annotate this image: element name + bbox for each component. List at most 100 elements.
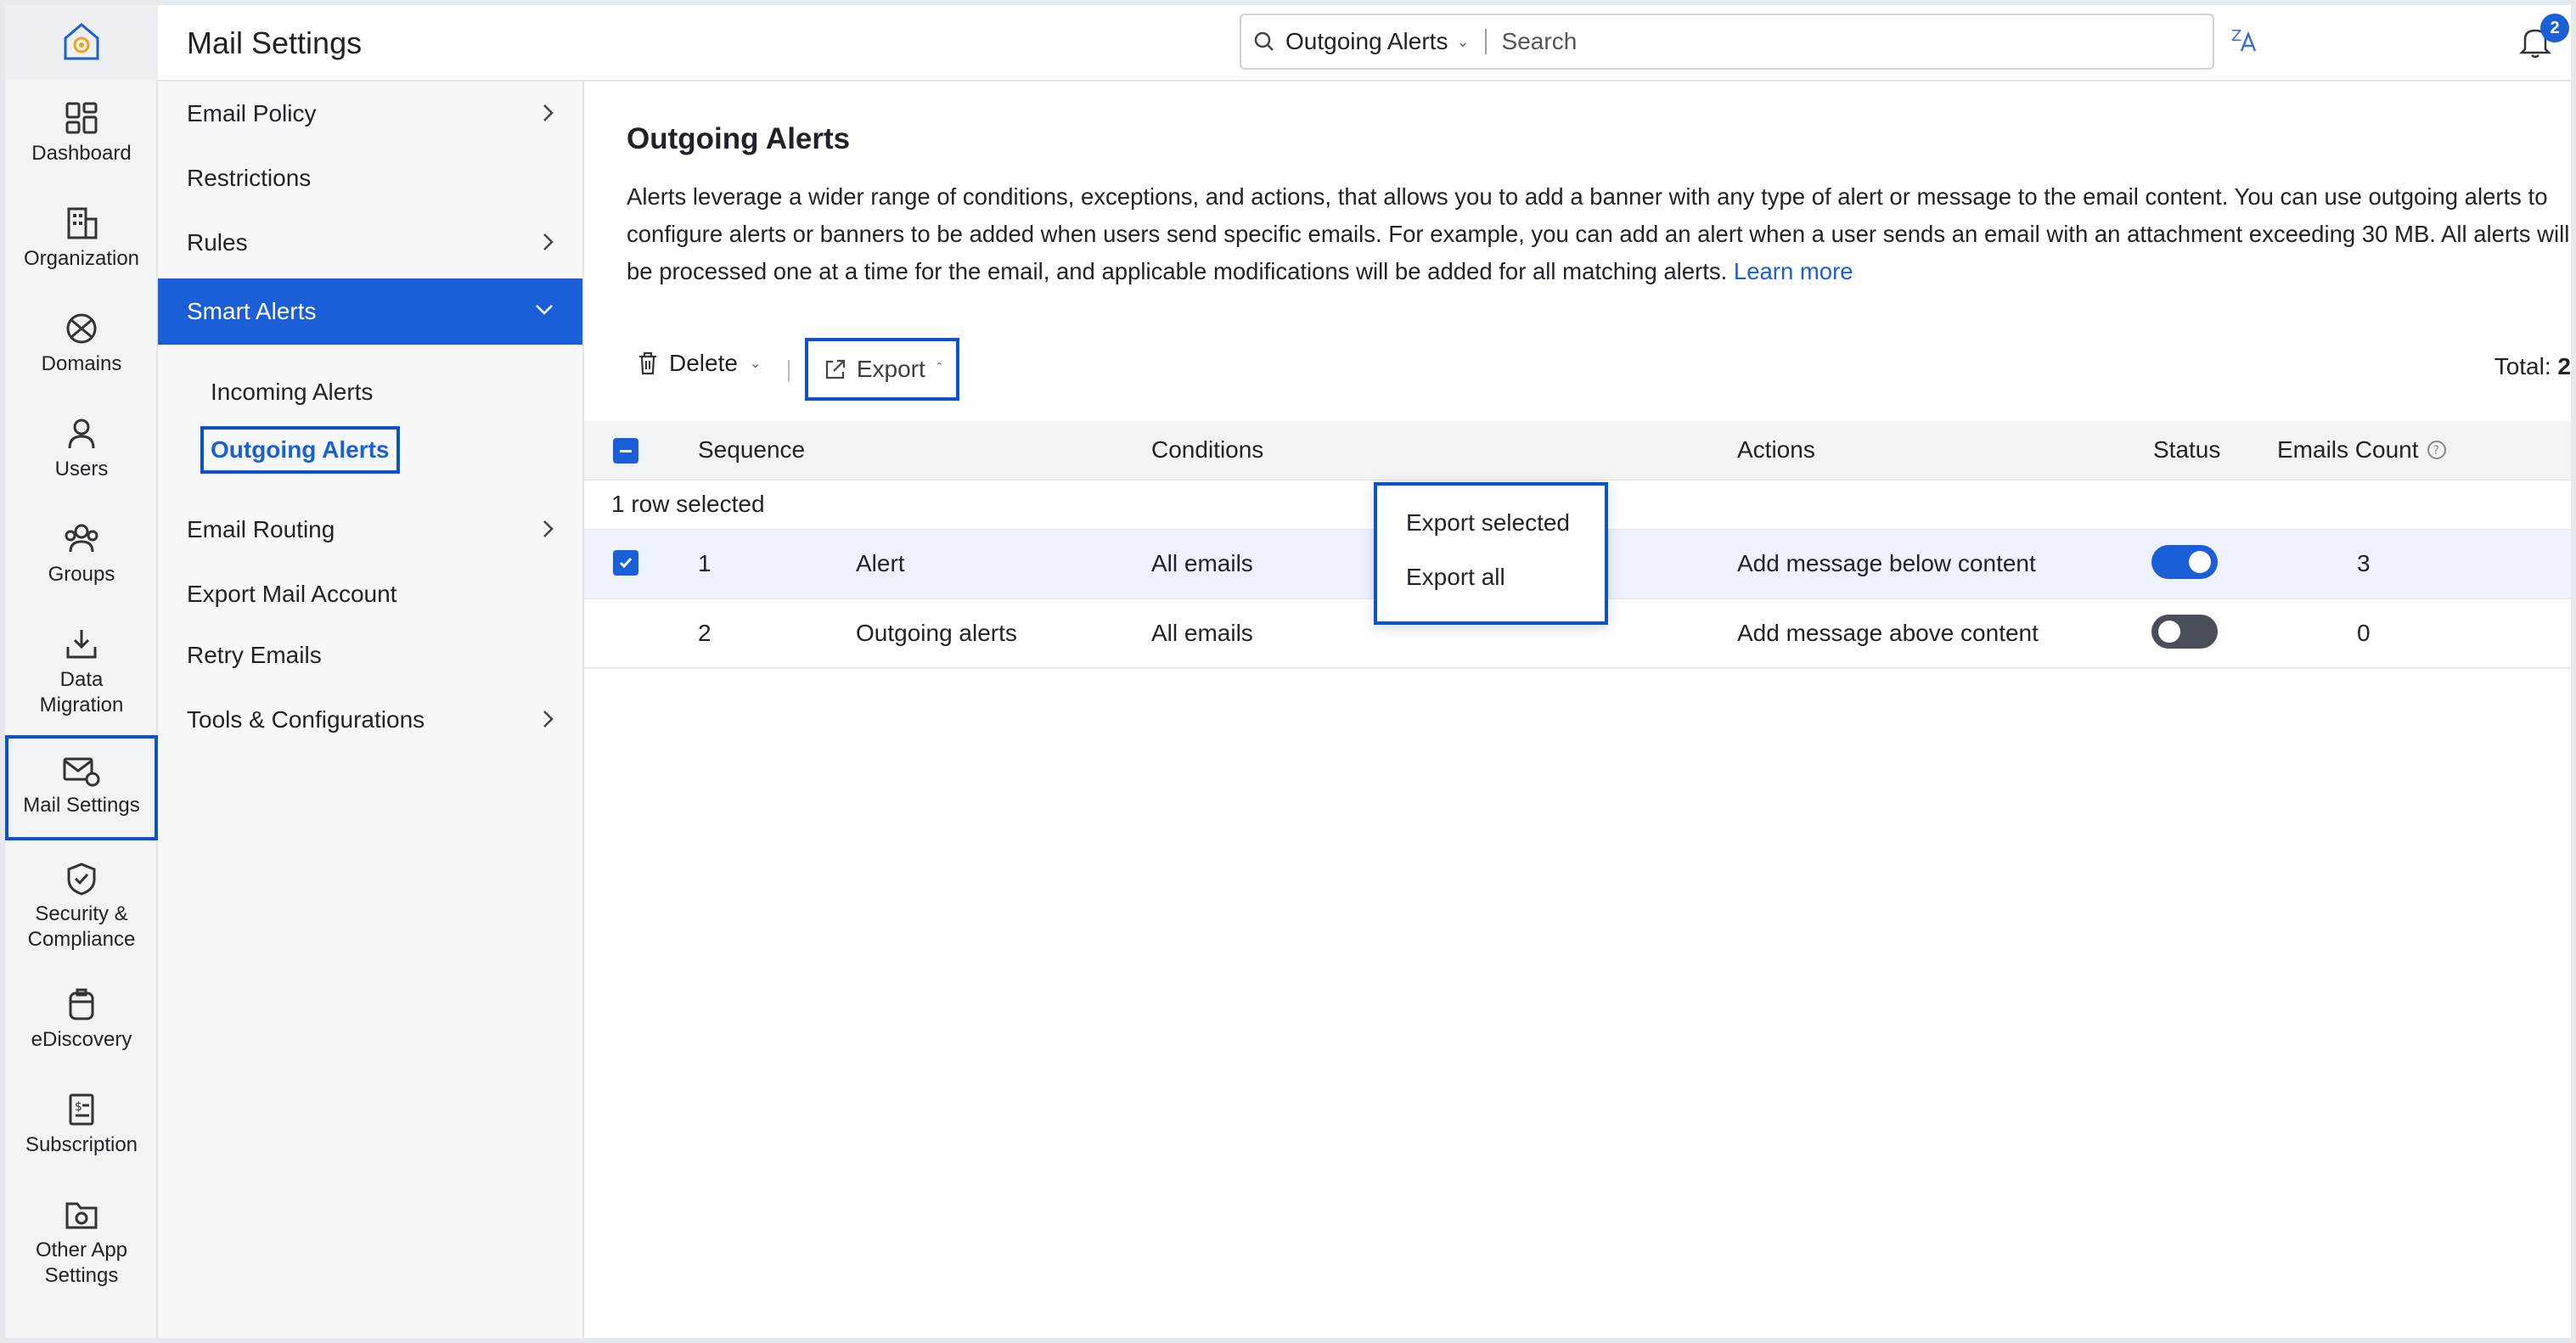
cell-name[interactable]: Alert: [856, 550, 905, 577]
toggle-knob: [2189, 551, 2211, 573]
svg-text:?: ?: [2433, 444, 2438, 458]
column-header-emails-count[interactable]: Emails Count ?: [2277, 436, 2448, 464]
cell-sequence: 1: [698, 550, 711, 576]
page-header-title: Mail Settings: [187, 25, 363, 60]
rail-item-other-app-settings[interactable]: Other App Settings: [5, 1197, 158, 1289]
subnav-label: Export Mail Account: [187, 581, 397, 607]
subnav-label: Restrictions: [187, 165, 312, 191]
subnav-item-smart-alerts[interactable]: Smart Alerts: [158, 278, 582, 345]
menu-item-export-selected[interactable]: Export selected: [1406, 509, 1570, 537]
rail-item-subscription[interactable]: $ Subscription: [5, 1092, 158, 1158]
row-checkbox-checked[interactable]: [613, 550, 638, 576]
rail-label: Organization: [23, 247, 140, 270]
rail-label: Security & Compliance: [27, 902, 136, 951]
rail-item-groups[interactable]: Groups: [5, 521, 158, 587]
column-header-actions[interactable]: Actions: [1737, 436, 1815, 464]
rail-item-dashboard[interactable]: Dashboard: [5, 100, 158, 166]
menu-item-export-all[interactable]: Export all: [1406, 564, 1505, 591]
column-header-conditions[interactable]: Conditions: [1151, 436, 1263, 464]
rail-item-mail-settings[interactable]: Mail Settings: [5, 735, 158, 840]
shield-check-icon: [67, 863, 96, 896]
status-toggle-off[interactable]: [2151, 615, 2218, 649]
cell-actions: Add message below content: [1737, 550, 2036, 576]
table-header: Sequence Conditions Actions Status Email…: [584, 421, 2571, 480]
indeterminate-mark: [620, 449, 632, 452]
selection-text: 1 row selected: [611, 491, 765, 517]
page-title: Outgoing Alerts: [627, 122, 851, 155]
learn-more-link[interactable]: Learn more: [1734, 258, 1853, 284]
search-input[interactable]: Search: [1502, 28, 1578, 55]
rail-item-domains[interactable]: Domains: [5, 311, 158, 377]
select-all-checkbox[interactable]: [613, 438, 638, 464]
subnav-item-tools-configurations[interactable]: Tools & Configurations: [158, 688, 582, 752]
column-header-label: Emails Count: [2277, 436, 2419, 463]
building-icon: [67, 207, 98, 239]
rail-item-organization[interactable]: Organization: [5, 205, 158, 272]
main-content: Outgoing Alerts Alerts leverage a wider …: [584, 81, 2571, 1338]
search-scope-label: Outgoing Alerts: [1285, 28, 1448, 54]
search-bar[interactable]: Outgoing Alerts ⌄ Search: [1240, 14, 2214, 70]
rail-label: Other App Settings: [35, 1239, 128, 1287]
rail-label: Domains: [41, 352, 122, 375]
subnav-item-email-routing[interactable]: Email Routing: [158, 497, 582, 562]
dashboard-icon: [65, 102, 98, 134]
rail-label: Users: [54, 458, 109, 480]
subnav-item-email-policy[interactable]: Email Policy: [158, 81, 582, 146]
folder-gear-icon: [65, 1202, 98, 1229]
export-button[interactable]: Export ˆ: [805, 338, 959, 401]
total-label: Total:: [2494, 353, 2551, 379]
cell-actions: Add message above content: [1737, 620, 2039, 646]
subnav-item-rules[interactable]: Rules: [158, 211, 582, 275]
delete-label: Delete: [669, 350, 738, 376]
top-header: Mail Settings Outgoing Alerts ⌄ Search Z…: [158, 5, 2571, 81]
subnav-item-retry-emails[interactable]: Retry Emails: [158, 623, 582, 688]
search-scope-selector[interactable]: Outgoing Alerts ⌄: [1253, 28, 1470, 55]
translate-icon[interactable]: Z: [2230, 22, 2264, 56]
toolbar: Delete ⌄ Export ˆ Total: 2: [627, 338, 2571, 401]
export-icon: [825, 359, 845, 379]
chevron-up-icon: ˆ: [936, 362, 942, 376]
subnav-item-restrictions[interactable]: Restrictions: [158, 146, 582, 211]
rail-item-ediscovery[interactable]: eDiscovery: [5, 986, 158, 1053]
total-count: Total: 2: [2494, 353, 2571, 380]
app-logo[interactable]: [5, 5, 158, 80]
svg-text:Z: Z: [2231, 27, 2241, 45]
rail-item-security-compliance[interactable]: Security & Compliance: [5, 861, 158, 952]
download-tray-icon: [66, 630, 97, 659]
chevron-right-icon: [543, 711, 554, 728]
cell-conditions: All emails: [1151, 550, 1253, 576]
subnav-label: Smart Alerts: [187, 298, 317, 324]
subnav-child-incoming-alerts[interactable]: Incoming Alerts: [211, 379, 373, 406]
description-text: Alerts leverage a wider range of conditi…: [627, 183, 2570, 284]
rail-item-users[interactable]: Users: [5, 416, 158, 482]
app-window: Dashboard Organization Domains Users Gro…: [5, 5, 2571, 1338]
cell-conditions: All emails: [1151, 620, 1253, 646]
rail-label: Data Migration: [39, 668, 124, 716]
export-label: Export: [856, 356, 925, 382]
subnav-label: Tools & Configurations: [187, 706, 425, 733]
archive-icon: [69, 988, 94, 1020]
export-dropdown-menu: Export selected Export all: [1374, 482, 1608, 625]
page-description: Alerts leverage a wider range of conditi…: [627, 178, 2571, 290]
subnav-item-export-mail-account[interactable]: Export Mail Account: [158, 562, 582, 627]
left-rail: Dashboard Organization Domains Users Gro…: [5, 5, 158, 1338]
chevron-down-icon: [536, 305, 553, 315]
cell-name[interactable]: Outgoing alerts: [856, 620, 1017, 647]
help-icon[interactable]: ?: [2426, 439, 2448, 461]
chevron-right-icon: [543, 520, 554, 537]
notification-badge: 2: [2540, 14, 2569, 42]
column-header-status[interactable]: Status: [2153, 436, 2220, 464]
delete-button[interactable]: Delete ⌄: [637, 350, 761, 377]
subnav-label: Email Policy: [187, 100, 317, 126]
settings-subnav: Email Policy Restrictions Rules Smart Al…: [158, 81, 584, 1338]
mail-settings-icon: [63, 757, 100, 787]
globe-icon: [66, 313, 97, 344]
user-icon: [68, 419, 95, 449]
rail-item-data-migration[interactable]: Data Migration: [5, 627, 158, 718]
rail-label: Subscription: [25, 1133, 138, 1156]
group-icon: [65, 524, 98, 553]
subnav-child-outgoing-alerts[interactable]: Outgoing Alerts: [200, 426, 400, 474]
status-toggle-on[interactable]: [2151, 545, 2218, 579]
chevron-down-icon: ⌄: [1456, 32, 1470, 50]
column-header-sequence[interactable]: Sequence: [698, 436, 805, 464]
